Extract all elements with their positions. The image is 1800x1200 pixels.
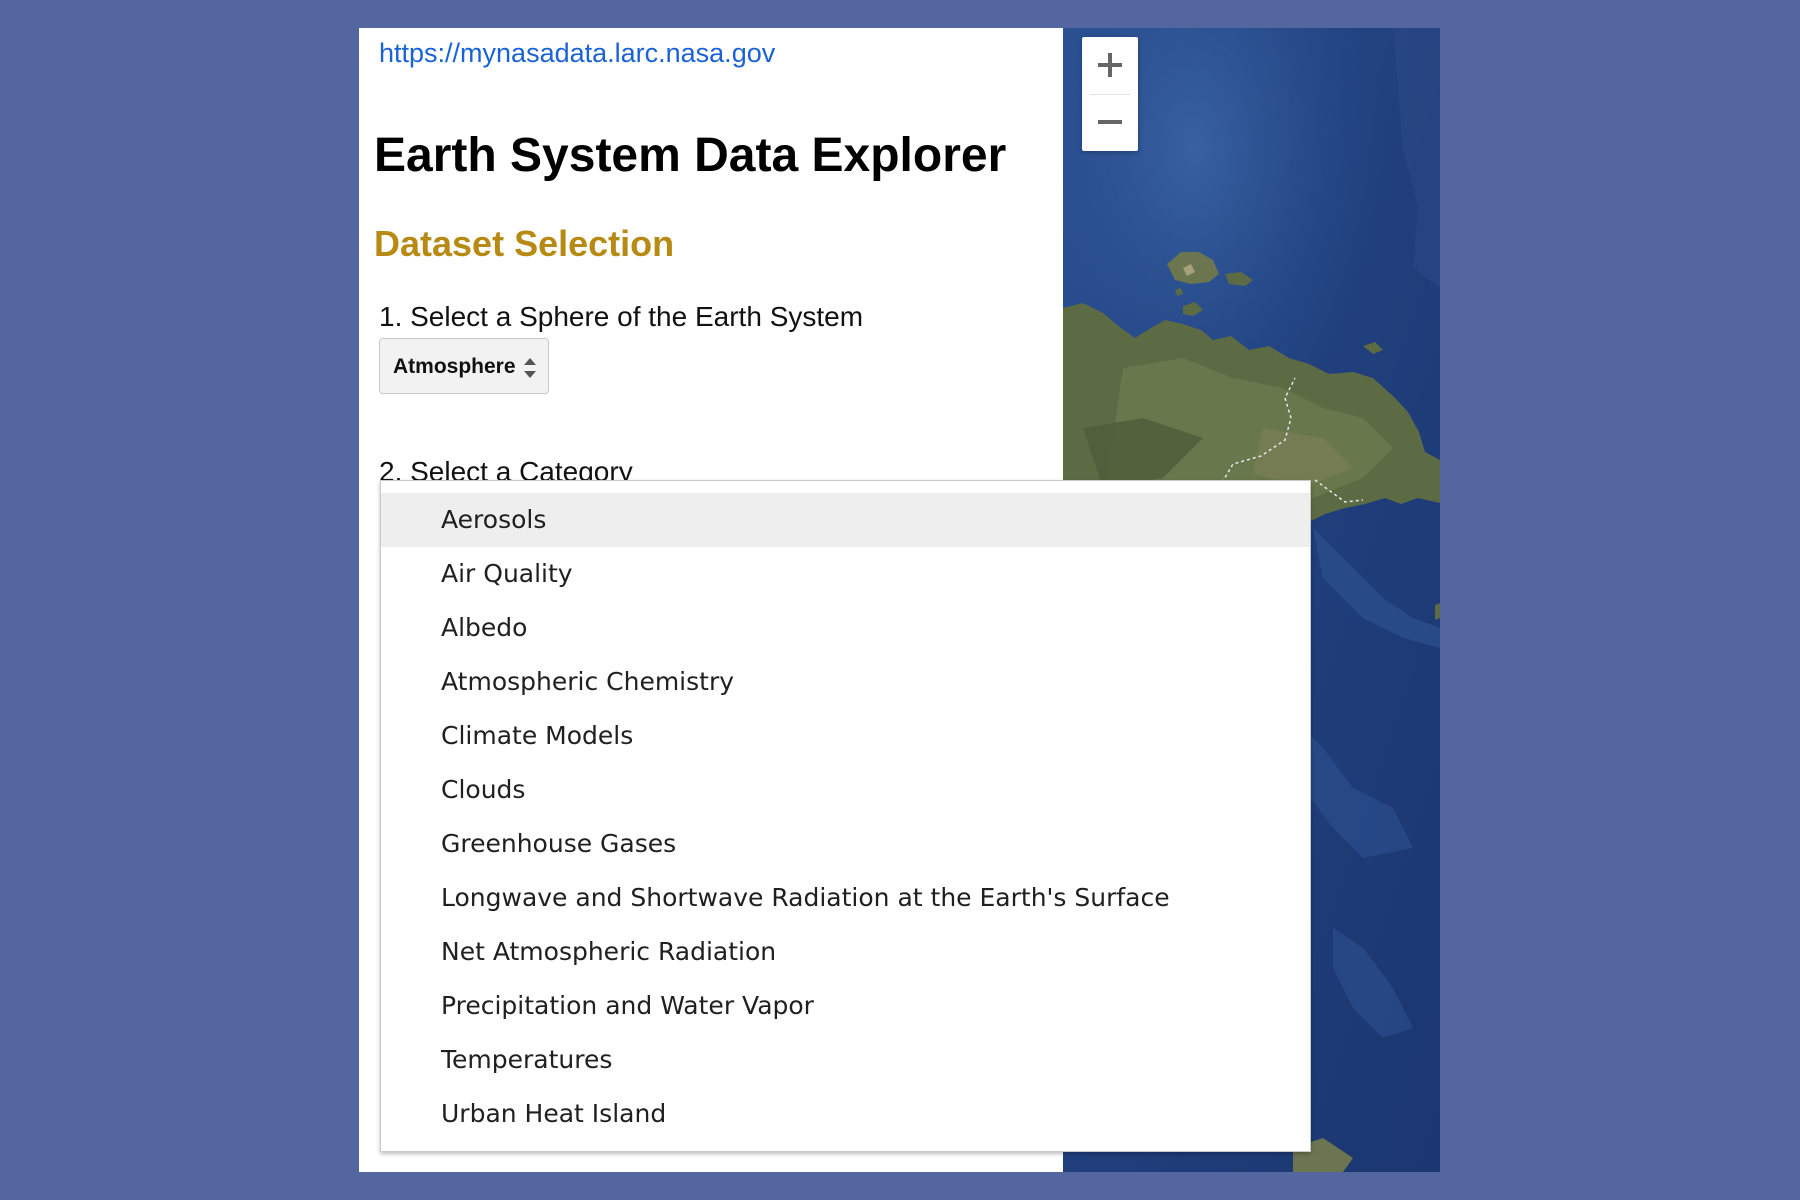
category-option[interactable]: Clouds [381,763,1310,817]
category-option[interactable]: Aerosols [381,493,1310,547]
category-option[interactable]: Atmospheric Chemistry [381,655,1310,709]
site-url-link[interactable]: https://mynasadata.larc.nasa.gov [379,35,775,71]
plus-icon [1098,53,1122,77]
category-option[interactable]: Longwave and Shortwave Radiation at the … [381,871,1310,925]
category-option[interactable]: Precipitation and Water Vapor [381,979,1310,1033]
sphere-select[interactable]: Atmosphere [379,338,549,394]
category-option[interactable]: Urban Heat Island [381,1087,1310,1141]
category-option[interactable]: Greenhouse Gases [381,817,1310,871]
sphere-select-value: Atmosphere [393,355,516,378]
category-option[interactable]: Climate Models [381,709,1310,763]
dataset-selection-heading: Dataset Selection [374,223,675,264]
category-option[interactable]: Air Quality [381,547,1310,601]
category-option[interactable]: Net Atmospheric Radiation [381,925,1310,979]
select-arrows-icon [524,358,536,378]
zoom-in-button[interactable] [1082,37,1138,94]
minus-icon [1098,120,1122,124]
category-dropdown-list[interactable]: Aerosols Air Quality Albedo Atmospheric … [380,480,1311,1152]
category-option[interactable]: Temperatures [381,1033,1310,1087]
zoom-out-button[interactable] [1082,94,1138,151]
category-option[interactable]: Albedo [381,601,1310,655]
zoom-control [1082,37,1138,151]
sphere-step-label: 1. Select a Sphere of the Earth System [379,301,864,332]
page-title: Earth System Data Explorer [374,129,1007,182]
